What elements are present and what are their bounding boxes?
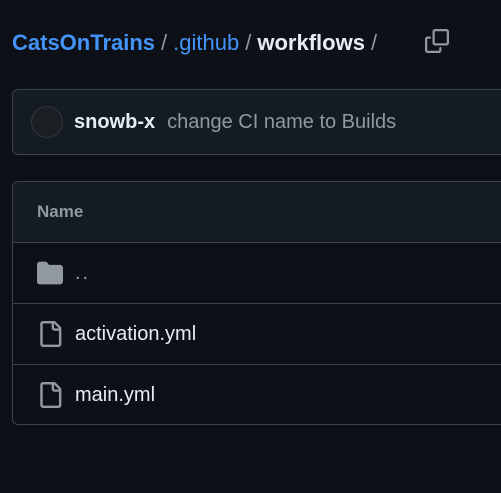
table-row-parent-directory[interactable]: ..	[13, 243, 501, 304]
column-header-name: Name	[37, 202, 84, 221]
row-label[interactable]: activation.yml	[75, 323, 196, 346]
latest-commit-box: snowb-x change CI name to Builds	[12, 89, 501, 155]
row-label[interactable]: ..	[75, 262, 90, 285]
copy-path-button[interactable]	[420, 24, 454, 58]
table-row-file[interactable]: activation.yml	[13, 304, 501, 365]
file-icon	[37, 382, 63, 408]
breadcrumb-repo-link[interactable]: CatsOnTrains	[12, 30, 155, 56]
commit-author[interactable]: snowb-x	[74, 111, 155, 134]
file-table: Name .. activation.yml main.yml	[12, 181, 501, 425]
breadcrumb-separator: /	[161, 30, 168, 55]
copy-icon	[425, 29, 449, 53]
table-row-file[interactable]: main.yml	[13, 365, 501, 424]
breadcrumb-folder-link[interactable]: .github	[173, 30, 239, 56]
folder-icon	[37, 260, 63, 286]
commit-message[interactable]: change CI name to Builds	[167, 111, 396, 134]
file-icon	[37, 321, 63, 347]
page: CatsOnTrains / .github / workflows / sno…	[0, 0, 501, 493]
row-label[interactable]: main.yml	[75, 384, 155, 407]
breadcrumb-trailing-separator: /	[370, 30, 378, 55]
breadcrumb-current: workflows	[257, 30, 365, 55]
avatar[interactable]	[31, 106, 63, 138]
breadcrumb: CatsOnTrains / .github / workflows /	[12, 28, 383, 58]
table-header: Name	[13, 182, 501, 243]
breadcrumb-separator: /	[245, 30, 252, 55]
